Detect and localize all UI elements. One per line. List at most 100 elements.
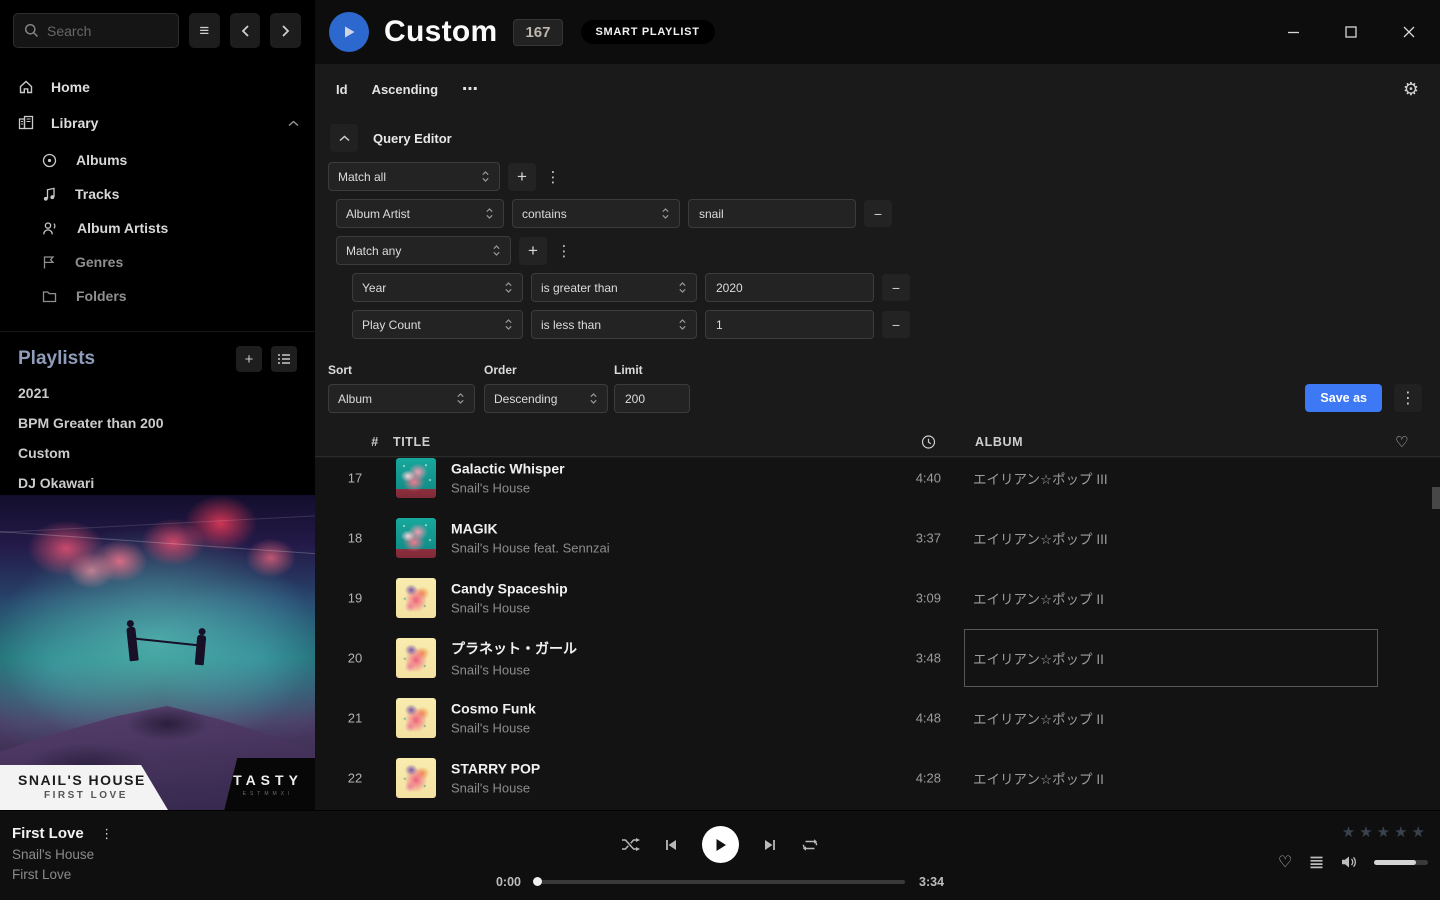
playlist-item[interactable]: DJ Okawari bbox=[0, 468, 315, 498]
track-row[interactable]: 20 プラネット・ガールSnail's House 3:48 エイリアン☆ポップ… bbox=[315, 628, 1440, 688]
save-as-button[interactable]: Save as bbox=[1305, 384, 1382, 412]
rule-operator-select[interactable]: is greater than bbox=[531, 273, 697, 302]
track-duration: 3:48 bbox=[855, 651, 941, 666]
forward-button[interactable] bbox=[270, 13, 301, 48]
column-header-index[interactable]: # bbox=[351, 435, 399, 449]
play-playlist-button[interactable] bbox=[329, 12, 369, 52]
track-artist[interactable]: Snail's House bbox=[451, 601, 568, 616]
album-art-artist-banner: SNAIL'S HOUSE FIRST LOVE bbox=[0, 765, 168, 810]
sidebar-item-library[interactable]: Library bbox=[0, 105, 315, 141]
sidebar-item-genres[interactable]: Genres bbox=[0, 245, 315, 279]
sidebar-item-tracks[interactable]: Tracks bbox=[0, 177, 315, 211]
track-row[interactable]: 21 Cosmo FunkSnail's House 4:48 エイリアン☆ポッ… bbox=[315, 688, 1440, 748]
track-artist[interactable]: Snail's House feat. Sennzai bbox=[451, 541, 610, 556]
volume-icon[interactable] bbox=[1341, 855, 1357, 869]
track-album[interactable]: エイリアン☆ポップ III bbox=[964, 509, 1378, 567]
sidebar-item-folders[interactable]: Folders bbox=[0, 279, 315, 313]
more-options-button[interactable]: ⋯ bbox=[462, 79, 479, 99]
track-row[interactable]: 22 STARRY POPSnail's House 4:28 エイリアン☆ポッ… bbox=[315, 748, 1440, 808]
rule-operator-select[interactable]: contains bbox=[512, 199, 680, 228]
rule-field-select[interactable]: Year bbox=[352, 273, 523, 302]
add-rule-button[interactable]: + bbox=[508, 163, 536, 191]
album-art-label-sub: ESTMMXI bbox=[243, 791, 294, 797]
group-match-type-select[interactable]: Match any bbox=[336, 236, 511, 265]
track-album[interactable]: エイリアン☆ポップ II bbox=[964, 569, 1378, 627]
sort-select[interactable]: Album bbox=[328, 384, 475, 413]
rule-operator-select[interactable]: is less than bbox=[531, 310, 697, 339]
star-icon[interactable]: ★ bbox=[1359, 823, 1372, 841]
queue-icon[interactable] bbox=[1309, 856, 1324, 869]
window-close-button[interactable] bbox=[1394, 17, 1424, 47]
star-icon[interactable]: ★ bbox=[1394, 823, 1407, 841]
window-minimize-button[interactable] bbox=[1278, 17, 1308, 47]
sidebar-item-home[interactable]: Home bbox=[0, 69, 315, 105]
group-menu-button[interactable]: ⋮ bbox=[555, 242, 573, 260]
playlist-header: Custom 167 SMART PLAYLIST bbox=[315, 0, 1440, 64]
rule-value-input[interactable] bbox=[688, 199, 856, 228]
rule-value-input[interactable] bbox=[705, 310, 874, 339]
menu-button[interactable]: ≡ bbox=[189, 13, 220, 48]
window-maximize-button[interactable] bbox=[1336, 17, 1366, 47]
track-row[interactable]: 17 Galactic WhisperSnail's House 4:40 エイ… bbox=[315, 458, 1440, 508]
track-row[interactable]: 18 MAGIKSnail's House feat. Sennzai 3:37… bbox=[315, 508, 1440, 568]
seek-knob[interactable] bbox=[533, 877, 542, 886]
track-artist[interactable]: Snail's House bbox=[451, 721, 536, 736]
shuffle-button[interactable] bbox=[621, 837, 640, 852]
scrollbar-thumb[interactable] bbox=[1432, 487, 1440, 509]
save-menu-button[interactable]: ⋮ bbox=[1394, 384, 1422, 412]
sort-direction-button[interactable]: Ascending bbox=[372, 82, 438, 97]
match-type-select[interactable]: Match all bbox=[328, 162, 500, 191]
star-icon[interactable]: ★ bbox=[1342, 823, 1355, 841]
gear-icon[interactable]: ⚙ bbox=[1403, 79, 1419, 100]
column-header-title[interactable]: TITLE bbox=[393, 435, 431, 449]
star-icon[interactable]: ★ bbox=[1412, 823, 1425, 841]
seek-slider[interactable] bbox=[535, 880, 905, 884]
search-box[interactable] bbox=[13, 13, 179, 48]
rule-group-menu-button[interactable]: ⋮ bbox=[544, 168, 562, 186]
now-playing-album-art: SNAIL'S HOUSE FIRST LOVE TASTY ESTMMXI bbox=[0, 495, 315, 810]
track-album[interactable]: エイリアン☆ポップ II bbox=[964, 749, 1378, 807]
track-album[interactable]: エイリアン☆ポップ III bbox=[964, 458, 1378, 507]
remove-rule-button[interactable]: − bbox=[882, 311, 910, 338]
repeat-button[interactable] bbox=[801, 838, 819, 852]
track-row[interactable]: 19 Candy SpaceshipSnail's House 3:09 エイリ… bbox=[315, 568, 1440, 628]
player-bar: First Love ⋮ Snail's House First Love bbox=[0, 810, 1440, 900]
track-album[interactable]: エイリアン☆ポップ II bbox=[964, 689, 1378, 747]
sort-field-button[interactable]: Id bbox=[336, 82, 348, 97]
volume-slider[interactable] bbox=[1374, 860, 1428, 865]
add-playlist-button[interactable]: + bbox=[236, 346, 262, 372]
search-input[interactable] bbox=[47, 23, 157, 39]
rule-field-select[interactable]: Album Artist bbox=[336, 199, 504, 228]
smart-playlist-badge: SMART PLAYLIST bbox=[581, 20, 715, 44]
remove-rule-button[interactable]: − bbox=[864, 200, 892, 227]
remove-rule-button[interactable]: − bbox=[882, 274, 910, 301]
star-icon[interactable]: ★ bbox=[1377, 823, 1390, 841]
playlist-item[interactable]: Custom bbox=[0, 438, 315, 468]
sidebar-item-album-artists[interactable]: Album Artists bbox=[0, 211, 315, 245]
play-pause-button[interactable] bbox=[702, 826, 739, 863]
track-artist[interactable]: Snail's House bbox=[451, 663, 577, 678]
limit-input[interactable] bbox=[614, 384, 690, 413]
playlist-list-button[interactable] bbox=[271, 346, 297, 372]
duration-column-header[interactable] bbox=[921, 434, 936, 449]
chevron-up-icon[interactable] bbox=[288, 120, 299, 127]
column-header-album[interactable]: ALBUM bbox=[975, 435, 1023, 449]
add-group-rule-button[interactable]: + bbox=[519, 237, 547, 265]
query-editor-title: Query Editor bbox=[373, 131, 452, 146]
track-artist[interactable]: Snail's House bbox=[451, 781, 540, 796]
sidebar-item-albums[interactable]: Albums bbox=[0, 143, 315, 177]
collapse-query-editor-button[interactable] bbox=[330, 124, 358, 152]
track-list: 17 Galactic WhisperSnail's House 4:40 エイ… bbox=[315, 458, 1440, 810]
favorite-column-header[interactable]: ♡ bbox=[1395, 433, 1409, 451]
track-album-focused-cell[interactable]: エイリアン☆ポップ II bbox=[964, 629, 1378, 687]
back-button[interactable] bbox=[230, 13, 261, 48]
order-select[interactable]: Descending bbox=[484, 384, 608, 413]
previous-track-button[interactable] bbox=[664, 838, 678, 852]
track-artist[interactable]: Snail's House bbox=[451, 481, 565, 496]
playlist-item[interactable]: 2021 bbox=[0, 378, 315, 408]
favorite-heart-icon[interactable]: ♡ bbox=[1278, 852, 1292, 872]
rule-value-input[interactable] bbox=[705, 273, 874, 302]
next-track-button[interactable] bbox=[763, 838, 777, 852]
rule-field-select[interactable]: Play Count bbox=[352, 310, 523, 339]
playlist-item[interactable]: BPM Greater than 200 bbox=[0, 408, 315, 438]
